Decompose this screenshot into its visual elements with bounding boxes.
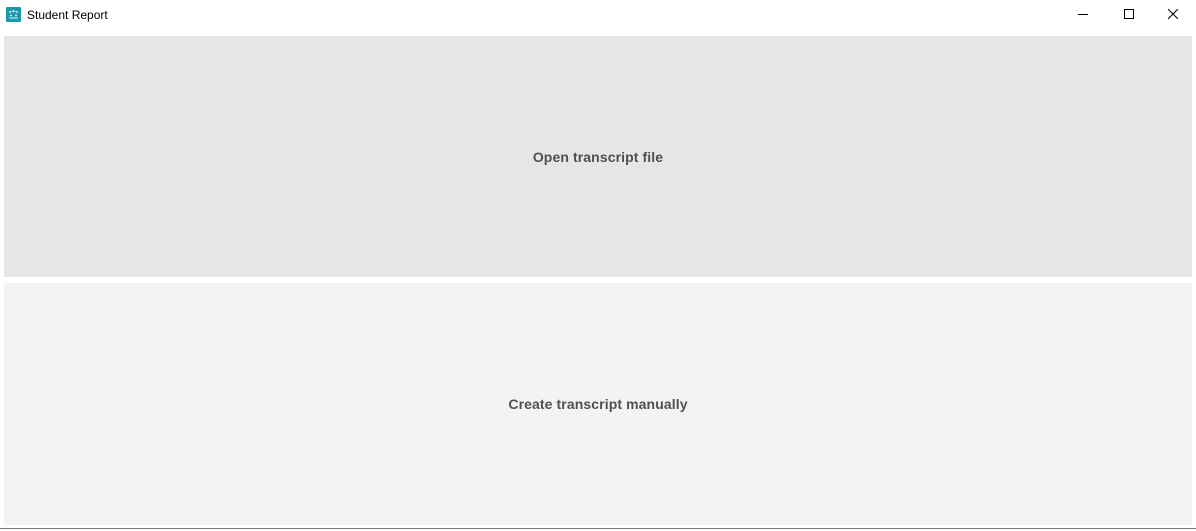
close-icon bbox=[1167, 6, 1179, 24]
app-icon bbox=[6, 7, 21, 22]
maximize-icon bbox=[1124, 6, 1134, 24]
minimize-icon bbox=[1078, 6, 1088, 24]
open-transcript-file-label: Open transcript file bbox=[532, 148, 664, 165]
create-transcript-manually-label: Create transcript manually bbox=[508, 396, 688, 412]
window-title: Student Report bbox=[27, 8, 108, 22]
title-bar[interactable]: Student Report bbox=[0, 0, 1196, 30]
create-transcript-manually-button[interactable]: Create transcript manually bbox=[4, 283, 1192, 525]
minimize-button[interactable] bbox=[1060, 0, 1106, 30]
window-bottom-border bbox=[0, 528, 1196, 529]
app-window: Student Report Open transcript file Crea… bbox=[0, 0, 1196, 531]
maximize-button[interactable] bbox=[1106, 0, 1152, 30]
open-transcript-file-button[interactable]: Open transcript file bbox=[4, 36, 1192, 277]
close-button[interactable] bbox=[1150, 0, 1196, 30]
